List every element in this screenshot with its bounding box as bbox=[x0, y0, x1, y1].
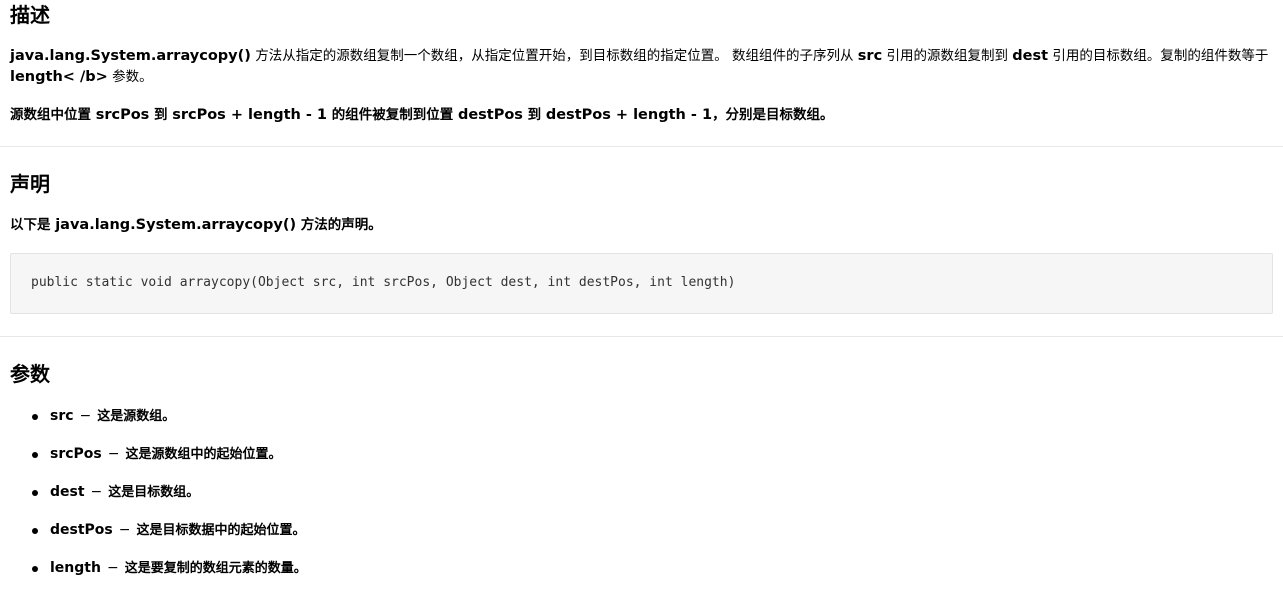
expr-2: destPos + length - 1 bbox=[545, 107, 713, 123]
param-item-destpos: destPos − 这是目标数据中的起始位置。 bbox=[0, 514, 307, 552]
param-item-dest: dest − 这是目标数组。 bbox=[0, 476, 307, 514]
param-desc: 这是源数组。 bbox=[97, 409, 176, 424]
parameter-list: src − 这是源数组。 srcPos − 这是源数组中的起始位置。 dest − 这是目标… bbox=[0, 400, 307, 590]
expr-1: srcPos + length - 1 bbox=[172, 107, 328, 123]
desc-text-4: 参数。 bbox=[107, 69, 153, 85]
p2-text-1: 源数组中位置 bbox=[10, 107, 96, 123]
param-name: destPos bbox=[50, 522, 113, 538]
section-divider-2 bbox=[0, 336, 1283, 337]
param-dash: − bbox=[106, 560, 119, 576]
intro-method: java.lang.System.arraycopy() bbox=[55, 217, 297, 233]
param-desc: 这是目标数组。 bbox=[108, 485, 200, 500]
parameters-heading: 参数 bbox=[10, 362, 50, 386]
desc-text-3: 引用的目标数组。复制的组件数等于 bbox=[1048, 48, 1269, 64]
description-heading: 描述 bbox=[10, 3, 50, 27]
doc-page: 描述 java.lang.System.arraycopy() 方法从指定的源数… bbox=[0, 0, 1283, 584]
intro-pre: 以下是 bbox=[10, 217, 56, 233]
code-block: public static void arraycopy(Object src,… bbox=[10, 253, 1273, 314]
dest-term: dest bbox=[1012, 48, 1049, 64]
declaration-heading: 声明 bbox=[10, 172, 50, 196]
declaration-intro: 以下是 java.lang.System.arraycopy() 方法的声明。 bbox=[10, 215, 1272, 236]
param-dash: − bbox=[118, 522, 131, 538]
param-name: src bbox=[50, 408, 74, 424]
code-text[interactable]: public static void arraycopy(Object src,… bbox=[31, 275, 735, 290]
param-dash: − bbox=[90, 484, 103, 500]
p2-text-2: 到 bbox=[149, 107, 173, 123]
desc-text-1: 方法从指定的源数组复制一个数组，从指定位置开始，到目标数组的指定位置。 数组组件… bbox=[250, 48, 858, 64]
intro-post: 方法的声明。 bbox=[296, 217, 382, 233]
src-term: src bbox=[857, 48, 883, 64]
p2-text-5: ，分别是目标数组。 bbox=[712, 107, 834, 123]
destpos-term: destPos bbox=[457, 107, 523, 123]
param-name: length bbox=[50, 560, 101, 576]
length-term: length< /b> bbox=[10, 69, 108, 85]
srcpos-term: srcPos bbox=[95, 107, 150, 123]
section-divider-1 bbox=[0, 146, 1283, 147]
param-desc: 这是源数组中的起始位置。 bbox=[125, 447, 282, 462]
param-desc: 这是目标数据中的起始位置。 bbox=[136, 523, 306, 538]
p2-text-3: 的组件被复制到位置 bbox=[327, 107, 458, 123]
param-item-src: src − 这是源数组。 bbox=[0, 400, 307, 438]
param-dash: − bbox=[79, 408, 92, 424]
param-dash: − bbox=[107, 446, 120, 462]
description-paragraph-2: 源数组中位置 srcPos 到 srcPos + length - 1 的组件被… bbox=[10, 105, 1272, 126]
param-name: dest bbox=[50, 484, 85, 500]
param-name: srcPos bbox=[50, 446, 102, 462]
p2-text-4: 到 bbox=[522, 107, 546, 123]
desc-text-2: 引用的源数组复制到 bbox=[882, 48, 1013, 64]
method-name: java.lang.System.arraycopy() bbox=[10, 48, 251, 64]
param-desc: 这是要复制的数组元素的数量。 bbox=[124, 561, 307, 576]
description-paragraph-1: java.lang.System.arraycopy() 方法从指定的源数组复制… bbox=[10, 46, 1272, 88]
param-item-srcpos: srcPos − 这是源数组中的起始位置。 bbox=[0, 438, 307, 476]
param-item-length: length − 这是要复制的数组元素的数量。 bbox=[0, 552, 307, 590]
